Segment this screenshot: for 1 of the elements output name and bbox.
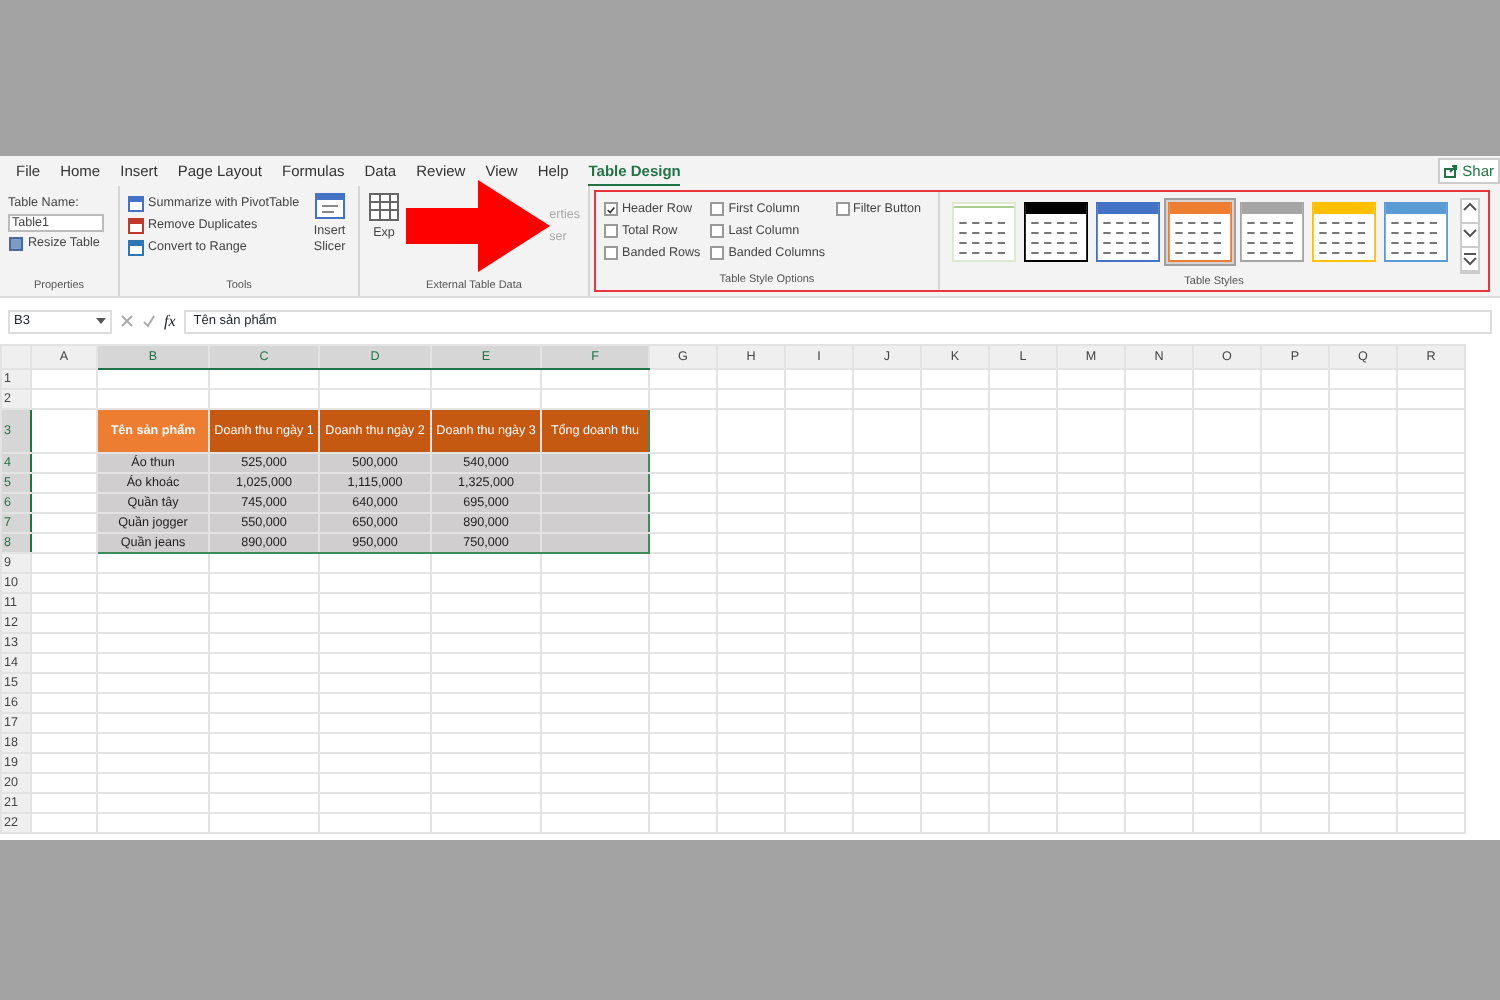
insert-function-button[interactable]: fx (164, 309, 176, 333)
